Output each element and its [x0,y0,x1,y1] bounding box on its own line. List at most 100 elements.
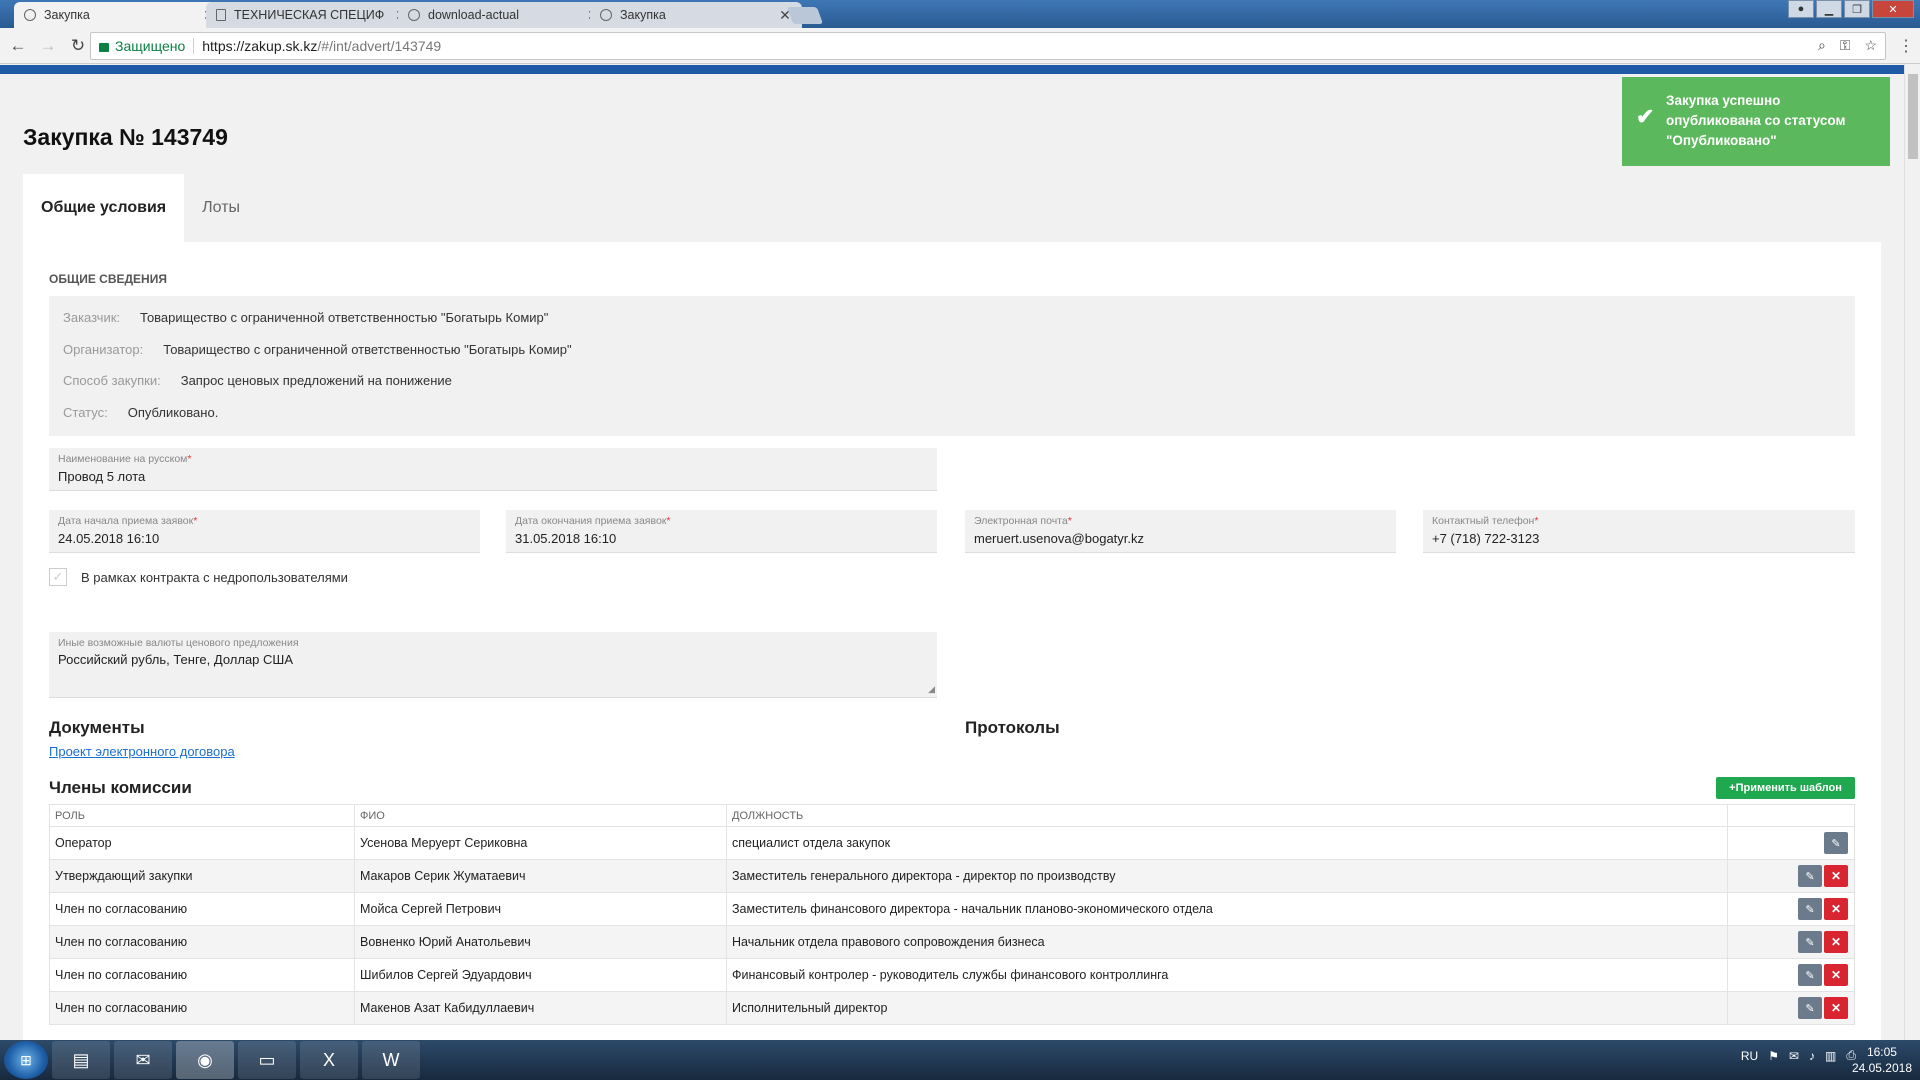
tab-lots[interactable]: Лоты [184,174,258,242]
subsoil-contract-checkbox[interactable]: ✓ В рамках контракта с недропользователя… [49,568,348,586]
commission-table: РОЛЬ ФИО ДОЛЖНОСТЬ Оператор Усенова Меру… [49,804,1855,1025]
tab-general[interactable]: Общие условия [23,174,185,242]
star-icon[interactable]: ☆ [1864,37,1877,54]
mail-icon[interactable]: ✉ [1789,1049,1799,1063]
resize-handle-icon[interactable]: ◢ [928,684,935,695]
start-button[interactable]: ⊞ [4,1041,48,1079]
name-ru-field[interactable]: Наименование на русском* Провод 5 лота [49,448,937,491]
info-value: Товарищество с ограниченной ответственно… [140,310,549,325]
url-host: https://zakup.sk.kz [202,38,318,54]
delete-icon[interactable]: ✕ [1824,997,1848,1019]
window-close-button[interactable]: ✕ [1872,0,1914,18]
phone-field[interactable]: Контактный телефон* +7 (718) 722-3123 [1423,510,1855,553]
zoom-icon[interactable]: ⌕ [1818,37,1826,54]
network-icon[interactable]: ▥ [1825,1049,1836,1063]
name-cell: Мойса Сергей Петрович [354,892,727,926]
success-toast[interactable]: ✔ Закупка успешно опубликована со статус… [1622,77,1890,166]
word-icon[interactable]: W [362,1041,420,1079]
position-cell: Финансовый контролер - руководитель служ… [726,958,1728,992]
edit-icon[interactable]: ✎ [1798,997,1822,1019]
field-label-text: Дата начала приема заявок [58,515,194,527]
field-label: Контактный телефон* [1432,515,1846,527]
globe-icon [600,9,612,21]
actions-cell: ✎ [1727,826,1855,860]
new-tab-button[interactable] [786,7,824,24]
contract-draft-link[interactable]: Проект электронного договора [49,744,235,759]
delete-icon[interactable]: ✕ [1824,898,1848,920]
browser-tab-title: Закупка [620,8,666,22]
site-header-bar [0,65,1904,74]
maximize-button[interactable]: ❐ [1844,0,1870,18]
browser-tab-1[interactable]: Закупка ✕ [14,2,226,28]
required-mark: * [187,453,192,465]
actions-cell: ✎ ✕ [1727,958,1855,992]
forward-icon[interactable]: → [36,36,60,56]
checkbox-label: В рамках контракта с недропользователями [81,569,348,585]
delete-icon[interactable]: ✕ [1824,964,1848,986]
browser-tab-4[interactable]: Закупка ✕ [590,2,802,28]
edit-icon[interactable]: ✎ [1798,931,1822,953]
info-row: Организатор: Товарищество с ограниченной … [63,342,572,357]
table-row: Член по согласованию Мойса Сергей Петров… [49,892,1855,926]
start-date-field[interactable]: Дата начала приема заявок* 24.05.2018 16… [49,510,480,553]
table-row: Член по согласованию Шибилов Сергей Эдуа… [49,958,1855,992]
position-cell: Исполнительный директор [726,991,1728,1025]
table-row: Член по согласованию Вовненко Юрий Анато… [49,925,1855,959]
flag-icon[interactable]: ⚑ [1768,1049,1779,1063]
browser-tab-title: Закупка [44,8,90,22]
name-cell: Макенов Азат Кабидуллаевич [354,991,727,1025]
table-row: Оператор Усенова Меруерт Сериковна специ… [49,826,1855,860]
user-icon[interactable]: ● [1788,0,1814,18]
checkmark-icon[interactable]: ✓ [49,568,67,586]
role-cell: Член по согласованию [49,991,355,1025]
position-cell: Заместитель финансового директора - нача… [726,892,1728,926]
explorer-icon[interactable]: ▤ [52,1041,110,1079]
url-input[interactable]: Защищено https://zakup.sk.kz/#/int/adver… [90,32,1886,60]
clock-time: 16:05 [1866,1045,1897,1059]
info-value: Опубликовано. [127,405,219,420]
role-cell: Член по согласованию [49,892,355,926]
end-date-field[interactable]: Дата окончания приема заявок* 31.05.2018… [506,510,937,553]
currencies-textarea[interactable]: Иные возможные валюты ценового предложен… [49,632,937,698]
email-field[interactable]: Электронная почта* meruert.usenova@bogat… [965,510,1396,553]
reload-icon[interactable]: ↻ [66,36,90,56]
column-header-actions [1727,804,1855,827]
field-value: Российский рубль, Тенге, Доллар США [58,652,293,667]
column-header-position: ДОЛЖНОСТЬ [726,804,1728,827]
edit-icon[interactable]: ✎ [1824,832,1848,854]
scrollbar-thumb[interactable] [1908,74,1918,159]
browser-tab-title: download-actual [428,8,520,22]
chrome-icon[interactable]: ◉ [176,1041,234,1079]
language-indicator[interactable]: RU [1741,1049,1758,1063]
key-icon[interactable]: ⚿ [1840,37,1851,54]
outlook-icon[interactable]: ✉ [114,1041,172,1079]
position-cell: Заместитель генерального директора - дир… [726,859,1728,893]
info-row: Заказчик: Товарищество с ограниченной отв… [63,310,548,325]
delete-icon[interactable]: ✕ [1824,865,1848,887]
url-path: /#/int/advert/143749 [317,38,442,54]
field-label: Иные возможные валюты ценового предложен… [58,637,299,649]
table-row: Член по согласованию Макенов Азат Кабиду… [49,991,1855,1025]
volume-icon[interactable]: ♪ [1809,1049,1815,1063]
document-icon [216,9,226,21]
edit-icon[interactable]: ✎ [1798,964,1822,986]
field-label-text: Контактный телефон [1432,515,1535,527]
minimize-button[interactable]: ▁ [1816,0,1842,18]
page-scrollbar[interactable] [1904,64,1920,1040]
browser-tab-2[interactable]: ТЕХНИЧЕСКАЯ СПЕЦИФ ✕ [206,2,418,28]
field-value: 31.05.2018 16:10 [515,531,617,546]
excel-icon[interactable]: X [300,1041,358,1079]
back-icon[interactable]: ← [6,36,30,56]
edit-icon[interactable]: ✎ [1798,898,1822,920]
clock[interactable]: 16:05 24.05.2018 [1852,1044,1912,1076]
actions-cell: ✎ ✕ [1727,859,1855,893]
apply-template-button[interactable]: +Применить шаблон [1716,777,1855,799]
system-tray: RU ⚑ ✉ ♪ ▥ ⎙ [1741,1048,1856,1063]
browser-tab-3[interactable]: download-actual ✕ [398,2,610,28]
delete-icon[interactable]: ✕ [1824,931,1848,953]
clock-date: 24.05.2018 [1851,1061,1912,1075]
edit-icon[interactable]: ✎ [1798,865,1822,887]
name-cell: Макаров Серик Жуматаевич [354,859,727,893]
menu-icon[interactable]: ⋮ [1898,36,1914,56]
notes-icon[interactable]: ▭ [238,1041,296,1079]
